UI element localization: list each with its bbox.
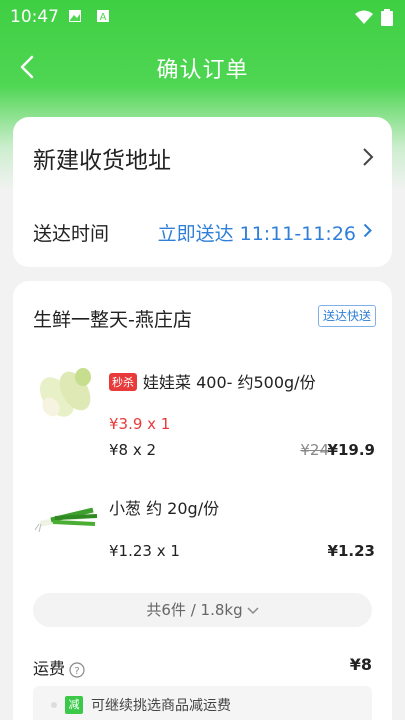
- chevron-right-icon[interactable]: [362, 147, 374, 167]
- gallery-icon: [69, 10, 81, 22]
- store-name: 生鲜一整天-燕庄店: [33, 309, 192, 331]
- question-mark-icon[interactable]: ?: [69, 661, 85, 678]
- summary-text: 共6件 / 1.8kg: [146, 601, 243, 619]
- tip-dot: [51, 702, 57, 708]
- status-right: [355, 9, 393, 26]
- order-card: 生鲜一整天-燕庄店 送达快送 秒杀 娃娃菜 400- 约500g/份 ¥3.9 x…: [13, 281, 392, 720]
- regular-price: ¥1.23 x 1: [109, 542, 180, 560]
- product-name: 秒杀 娃娃菜 400- 约500g/份: [109, 369, 316, 393]
- product-item[interactable]: 秒杀 娃娃菜 400- 约500g/份 ¥3.9 x 1 ¥8 x 2 ¥24 ¥…: [31, 361, 381, 471]
- chevron-down-icon: [247, 606, 259, 614]
- battery-icon: [381, 9, 393, 26]
- baby-cabbage-image: [39, 368, 91, 417]
- product-name-text: 娃娃菜 400- 约500g/份: [143, 373, 316, 392]
- shipping-value: ¥8: [349, 655, 372, 674]
- shipping-label-text: 运费: [33, 659, 66, 678]
- original-total: ¥24: [300, 441, 329, 459]
- discount-badge: 减: [65, 696, 83, 714]
- delivery-badge: 送达快送: [317, 305, 376, 327]
- flash-sale-tag: 秒杀: [109, 373, 137, 391]
- shipping-tip[interactable]: 减 可继续挑选商品减运费: [33, 686, 372, 720]
- product-total: ¥19.9: [327, 441, 375, 459]
- shipping-label: 运费?: [33, 655, 85, 679]
- flash-price: ¥3.9 x 1: [109, 415, 171, 433]
- nav-bar: 确认订单: [0, 44, 405, 88]
- svg-text:?: ?: [74, 666, 79, 677]
- regular-price: ¥8 x 2: [109, 441, 157, 459]
- a-notification-icon: A: [97, 10, 109, 23]
- tip-text: 可继续挑选商品减运费: [91, 698, 231, 714]
- delivery-time-value[interactable]: 立即送达 11:11-11:26: [158, 219, 356, 246]
- address-card: 新建收货地址 送达时间 立即送达 11:11-11:26: [13, 117, 392, 267]
- status-bar: 10:47 A: [0, 0, 405, 34]
- new-address-button[interactable]: 新建收货地址: [33, 141, 171, 175]
- scallion-image: [34, 507, 98, 533]
- product-name: 小葱 约 20g/份: [109, 499, 220, 518]
- page-title: 确认订单: [156, 58, 249, 83]
- product-total: ¥1.23: [327, 542, 375, 560]
- status-time: 10:47: [10, 7, 59, 27]
- item-summary-toggle[interactable]: 共6件 / 1.8kg: [33, 593, 372, 627]
- svg-text:A: A: [100, 12, 107, 23]
- chevron-right-icon[interactable]: [363, 223, 372, 238]
- wifi-icon: [355, 10, 373, 24]
- delivery-time-label: 送达时间: [33, 223, 110, 245]
- product-item[interactable]: 小葱 约 20g/份 ¥1.23 x 1 ¥1.23: [31, 486, 381, 566]
